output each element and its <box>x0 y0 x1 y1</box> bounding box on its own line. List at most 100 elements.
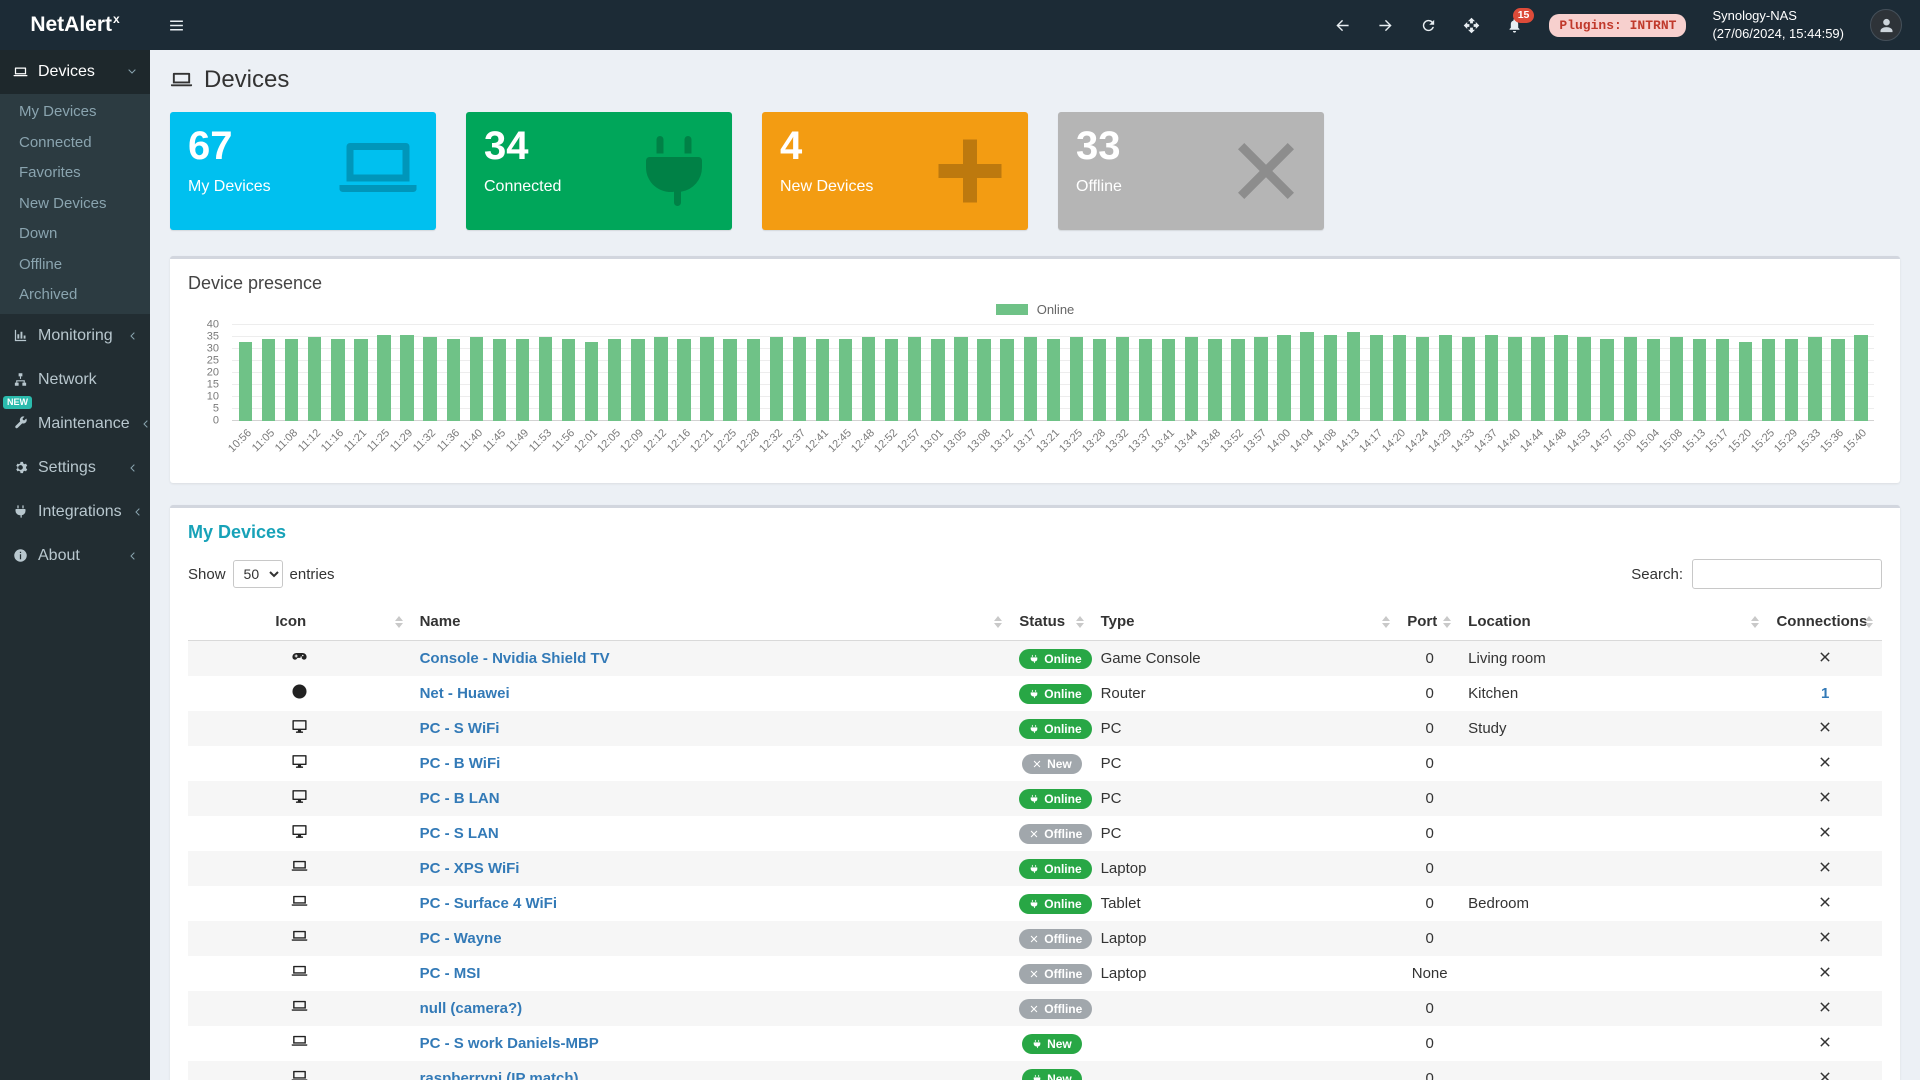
cell-icon <box>188 746 412 781</box>
chart-bar-slot <box>626 325 649 421</box>
page-length-select[interactable]: 50 <box>233 560 283 588</box>
column-header-name[interactable]: Name <box>412 603 1012 641</box>
device-name-link[interactable]: Console - Nvidia Shield TV <box>420 650 610 667</box>
summary-card-new-devices[interactable]: 4New Devices <box>762 112 1028 230</box>
cell-connections <box>1768 1061 1882 1080</box>
sidebar-item-network[interactable]: Network <box>0 358 150 402</box>
device-name-link[interactable]: Net - Huawei <box>420 685 510 702</box>
plugins-badge[interactable]: Plugins: INTRNT <box>1549 14 1686 37</box>
laptop-icon <box>291 928 308 945</box>
device-name-link[interactable]: PC - MSI <box>420 965 481 982</box>
sidebar-subitem-favorites[interactable]: Favorites <box>0 158 150 189</box>
table-row: PC - S WiFiOnlinePC0Study <box>188 711 1882 746</box>
device-name-link[interactable]: PC - Surface 4 WiFi <box>420 895 557 912</box>
cell-type: Laptop <box>1093 851 1400 886</box>
chart-bar-slot <box>1088 325 1111 421</box>
navbar: 15 Plugins: INTRNT Synology-NAS (27/06/2… <box>150 0 1920 50</box>
chart-bar-slot <box>442 325 465 421</box>
sidebar-item-integrations[interactable]: Integrations <box>0 490 150 534</box>
cell-type: PC <box>1093 781 1400 816</box>
chart-bar <box>262 339 275 421</box>
no-connections-icon <box>1818 1035 1832 1049</box>
chart-legend[interactable]: Online <box>170 302 1900 317</box>
sidebar-subitem-offline[interactable]: Offline <box>0 250 150 281</box>
chart-bar-slot <box>303 325 326 421</box>
chart-bar <box>1439 335 1452 421</box>
device-name-link[interactable]: PC - S WiFi <box>420 720 500 737</box>
top-navbar: NetAlertx 15 Plugins: INTRNT Synology-NA… <box>0 0 1920 50</box>
sidebar-item-settings[interactable]: Settings <box>0 446 150 490</box>
chart-bar <box>470 337 483 421</box>
column-header-type[interactable]: Type <box>1093 603 1400 641</box>
column-header-port[interactable]: Port <box>1399 603 1460 641</box>
table-row: Net - HuaweiOnlineRouter0Kitchen1 <box>188 676 1882 711</box>
sidebar-subitem-archived[interactable]: Archived <box>0 280 150 311</box>
app-logo[interactable]: NetAlertx <box>0 0 150 50</box>
cell-location: Bedroom <box>1460 886 1768 921</box>
cell-connections <box>1768 746 1882 781</box>
desktop-icon <box>291 788 308 805</box>
summary-card-my-devices[interactable]: 67My Devices <box>170 112 436 230</box>
x-tick-slot: 11:32 <box>419 421 442 483</box>
refresh-button[interactable] <box>1420 17 1437 34</box>
x-tick-slot: 13:21 <box>1042 421 1065 483</box>
table-row: PC - B WiFiNewPC0 <box>188 746 1882 781</box>
x-tick-slot: 15:08 <box>1665 421 1688 483</box>
cell-status: Offline <box>1011 991 1092 1026</box>
device-name-link[interactable]: raspberrypi (IP match) <box>420 1070 579 1080</box>
sidebar-subitem-new-devices[interactable]: New Devices <box>0 189 150 220</box>
device-name-link[interactable]: PC - B LAN <box>420 790 500 807</box>
sidebar-item-maintenance[interactable]: MaintenanceNEW <box>0 402 150 446</box>
no-connections-icon <box>1818 825 1832 839</box>
device-name-link[interactable]: null (camera?) <box>420 1000 523 1017</box>
back-button[interactable] <box>1334 17 1351 34</box>
cell-icon <box>188 641 412 677</box>
device-name-link[interactable]: PC - Wayne <box>420 930 502 947</box>
search-input[interactable] <box>1692 559 1882 589</box>
chart-bar-slot <box>1111 325 1134 421</box>
sidebar-subitem-down[interactable]: Down <box>0 219 150 250</box>
device-name-link[interactable]: PC - S LAN <box>420 825 499 842</box>
x-tick-slot: 10:56 <box>234 421 257 483</box>
connections-count-link[interactable]: 1 <box>1821 685 1829 702</box>
cell-location <box>1460 781 1768 816</box>
laptop-icon <box>291 858 308 875</box>
column-header-icon[interactable]: Icon <box>188 603 412 641</box>
laptop-icon <box>170 69 193 92</box>
x-tick-slot: 12:21 <box>696 421 719 483</box>
sidebar-item-devices[interactable]: Devices <box>0 50 150 94</box>
user-avatar[interactable] <box>1870 9 1902 41</box>
notifications-button[interactable]: 15 <box>1506 17 1523 34</box>
status-badge: Offline <box>1019 824 1092 844</box>
device-name-link[interactable]: PC - XPS WiFi <box>420 860 520 877</box>
cell-type <box>1093 1061 1400 1080</box>
cell-name: PC - B WiFi <box>412 746 1012 781</box>
chart-bar <box>1854 335 1867 421</box>
forward-button[interactable] <box>1377 17 1394 34</box>
sidebar-item-monitoring[interactable]: Monitoring <box>0 314 150 358</box>
x-tick-slot: 12:28 <box>742 421 765 483</box>
chart-bar <box>700 337 713 421</box>
cell-port: None <box>1399 956 1460 991</box>
sidebar-item-about[interactable]: About <box>0 534 150 578</box>
chart-bar-slot <box>419 325 442 421</box>
chart-bar <box>423 337 436 421</box>
summary-card-offline[interactable]: 33Offline <box>1058 112 1324 230</box>
chart-bar <box>585 342 598 421</box>
cell-name: PC - MSI <box>412 956 1012 991</box>
chart-bar-slot <box>903 325 926 421</box>
device-name-link[interactable]: PC - B WiFi <box>420 755 501 772</box>
cell-name: raspberrypi (IP match) <box>412 1061 1012 1080</box>
sidebar-subitem-connected[interactable]: Connected <box>0 128 150 159</box>
x-tick-slot: 11:05 <box>257 421 280 483</box>
sidebar-subitem-my-devices[interactable]: My Devices <box>0 97 150 128</box>
rearrange-button[interactable] <box>1463 17 1480 34</box>
column-header-connections[interactable]: Connections <box>1768 603 1882 641</box>
summary-card-connected[interactable]: 34Connected <box>466 112 732 230</box>
device-name-link[interactable]: PC - S work Daniels-MBP <box>420 1035 599 1052</box>
column-header-location[interactable]: Location <box>1460 603 1768 641</box>
column-header-status[interactable]: Status <box>1011 603 1092 641</box>
presence-chart: 0510152025303540 10:5611:0511:0811:1211:… <box>232 325 1874 483</box>
sidebar-toggle-button[interactable] <box>168 17 185 34</box>
chart-bar-slot <box>557 325 580 421</box>
